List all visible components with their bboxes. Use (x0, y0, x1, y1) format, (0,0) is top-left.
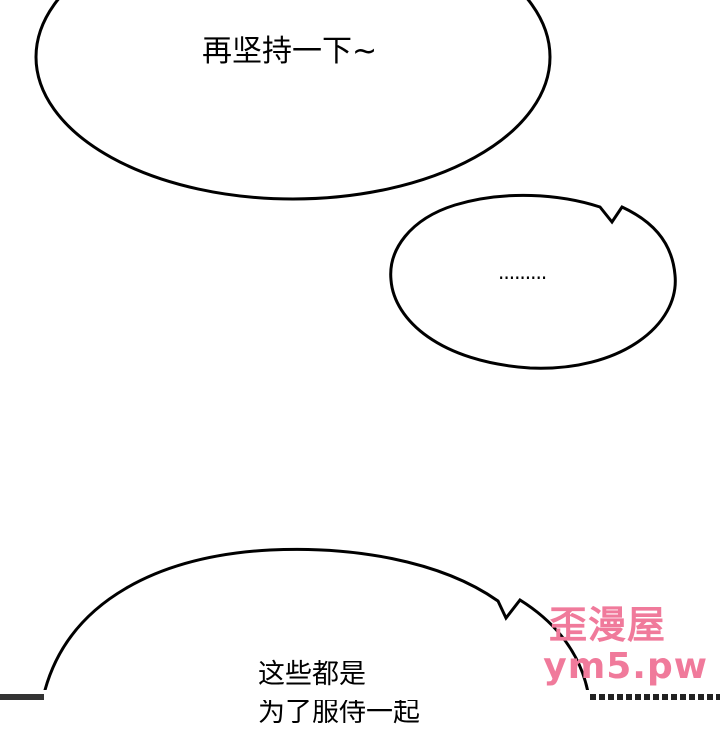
panel-edge-left (0, 694, 44, 700)
watermark-logo-text: 歪漫屋 (548, 603, 666, 647)
next-panel-edge (0, 690, 720, 700)
bubble-top-text: 再坚持一下~ (202, 34, 378, 69)
bubble-middle-text: ......... (498, 260, 547, 284)
panel-edge-right (590, 694, 720, 700)
watermark-url: ym5.pw (543, 646, 708, 687)
bubble-bottom-text-line1: 这些都是 (258, 659, 366, 690)
